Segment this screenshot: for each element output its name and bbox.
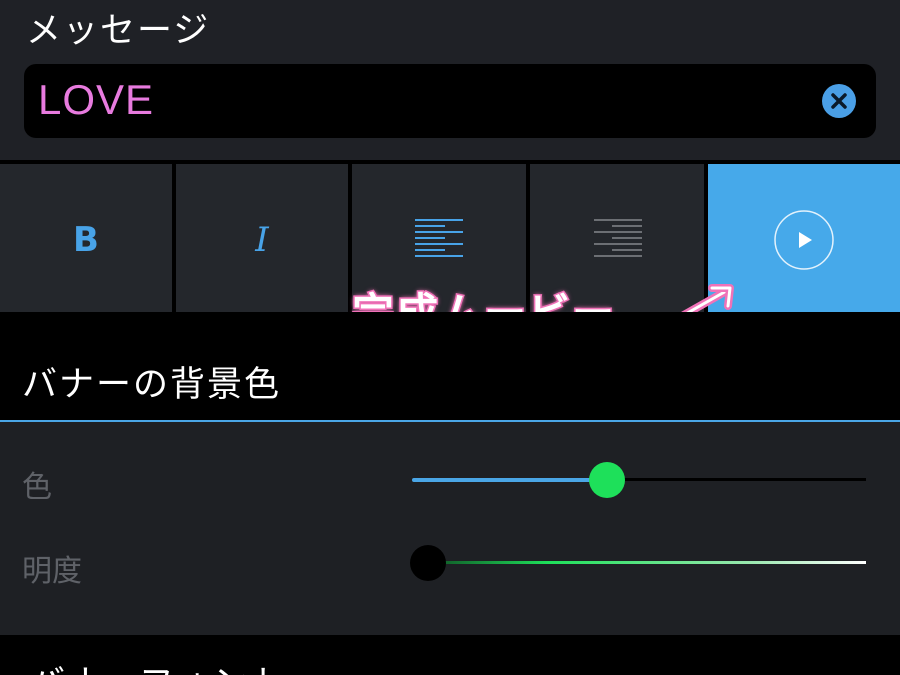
message-input[interactable]: LOVE xyxy=(24,64,876,138)
background-sliders: 色 明度 xyxy=(0,422,900,635)
hue-slider-fill xyxy=(412,478,608,482)
brightness-label: 明度 xyxy=(22,554,82,589)
brightness-slider-track xyxy=(412,561,866,564)
brightness-slider-thumb[interactable] xyxy=(410,545,446,581)
message-section: メッセージ LOVE xyxy=(0,0,900,160)
hue-label: 色 xyxy=(22,470,52,505)
message-input-value[interactable]: LOVE xyxy=(38,76,154,124)
italic-icon: I xyxy=(255,220,269,260)
background-color-header: バナーの背景色 xyxy=(0,312,900,420)
bold-button[interactable]: B xyxy=(0,164,172,312)
clear-button[interactable] xyxy=(822,84,856,118)
hue-slider-track xyxy=(607,478,866,481)
close-icon xyxy=(831,93,847,109)
hue-slider-thumb[interactable] xyxy=(589,462,626,498)
italic-button[interactable]: I xyxy=(176,164,348,312)
align-left-icon xyxy=(415,219,463,257)
background-color-title: バナーの背景色 xyxy=(22,365,282,405)
play-icon xyxy=(774,210,834,270)
bold-icon: B xyxy=(73,220,99,260)
banner-font-header: バナーフォント xyxy=(0,635,900,675)
banner-font-title: バナーフォント xyxy=(30,655,287,675)
message-title: メッセージ xyxy=(26,11,211,51)
align-right-icon xyxy=(594,219,642,257)
